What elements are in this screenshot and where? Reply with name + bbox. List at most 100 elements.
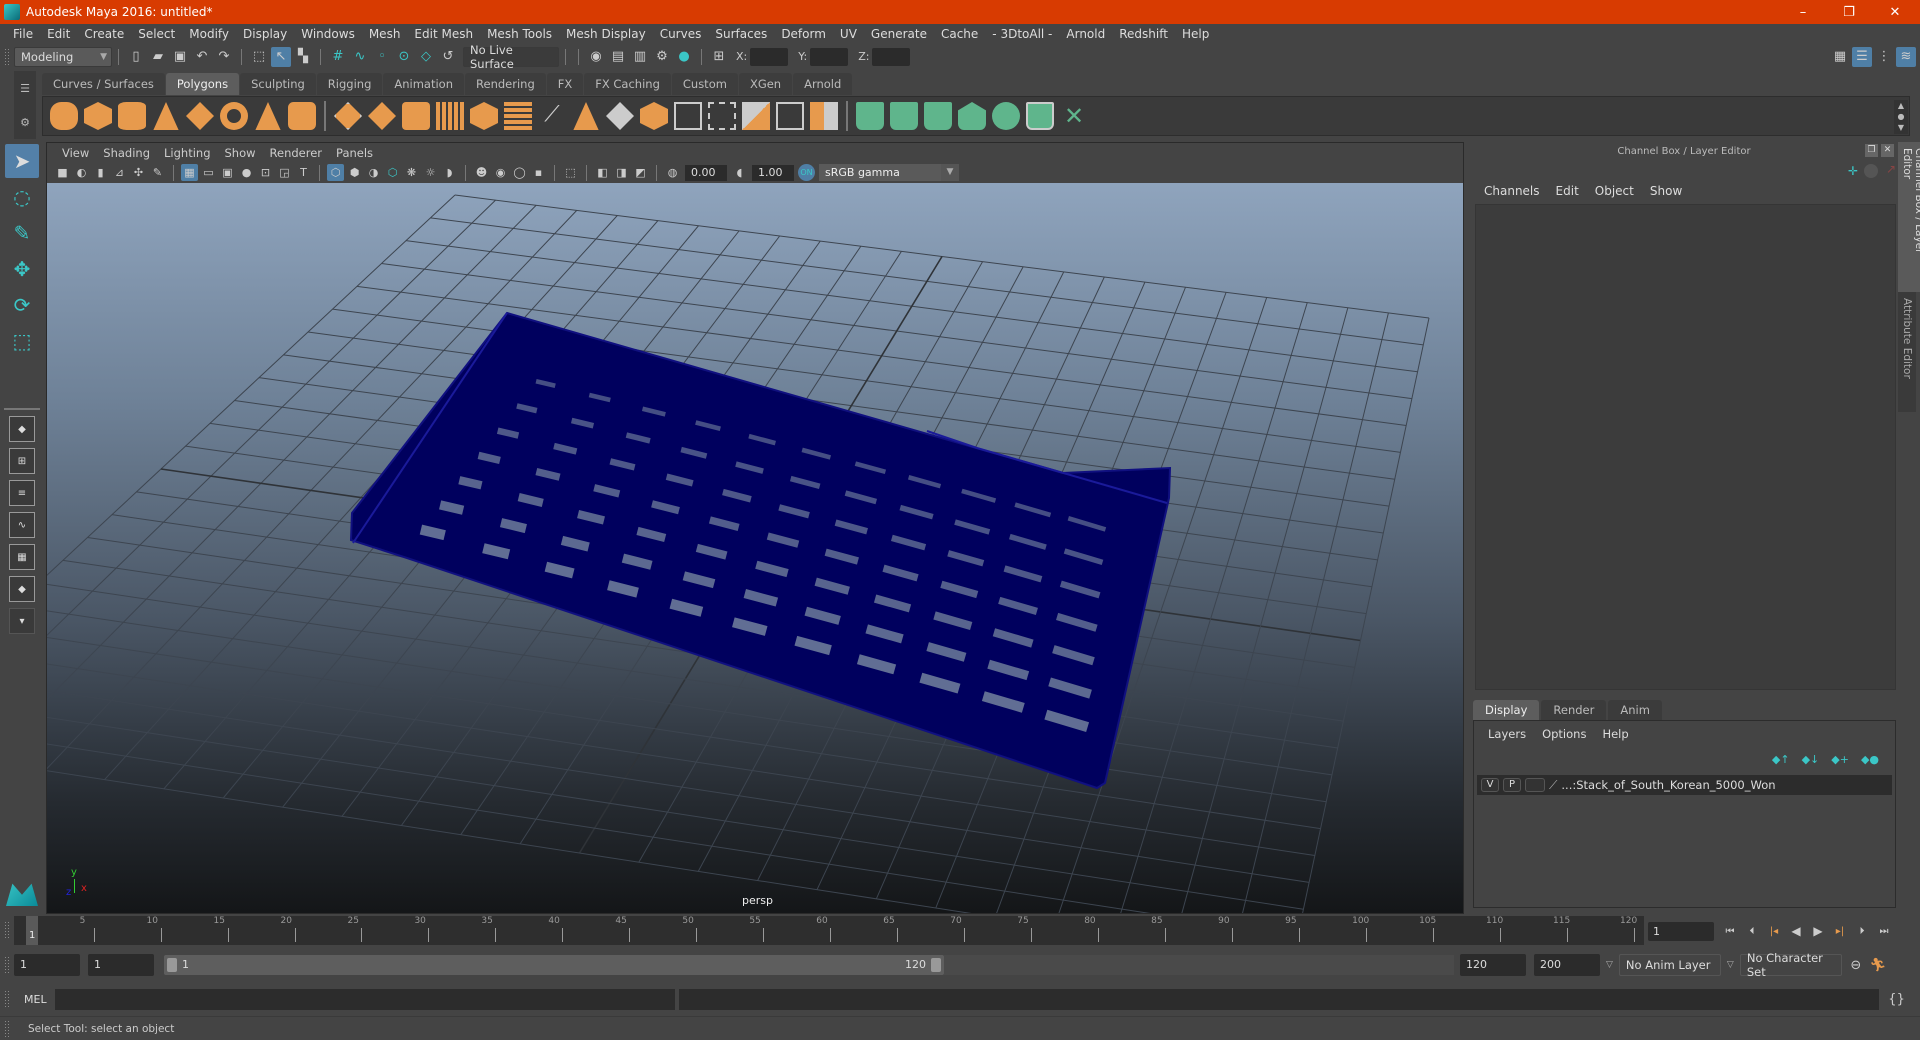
step-forward-frame-icon[interactable]: ▸| — [1830, 921, 1850, 941]
menu-modify[interactable]: Modify — [182, 27, 236, 41]
snap-curve-icon[interactable]: ∿ — [350, 47, 370, 67]
shelf-tab-fx[interactable]: FX — [546, 73, 584, 95]
character-set-chevron-icon[interactable]: ▽ — [1727, 960, 1734, 970]
menu-mesh[interactable]: Mesh — [362, 27, 408, 41]
step-forward-key-icon[interactable]: ⏵ — [1852, 921, 1872, 941]
grip-handle[interactable] — [4, 1019, 10, 1038]
menu-uv[interactable]: UV — [833, 27, 864, 41]
viewport-menu-view[interactable]: View — [55, 146, 96, 160]
start-time-field[interactable]: 1 — [14, 954, 80, 976]
layer-color-swatch-icon[interactable]: ⟋ — [1549, 778, 1557, 793]
bevel-icon[interactable]: ⟋ — [538, 102, 566, 130]
close-button[interactable]: ✕ — [1872, 0, 1918, 24]
open-scene-icon[interactable]: ▰ — [148, 47, 168, 67]
film-gate-icon[interactable]: ▭ — [200, 164, 217, 181]
range-slider[interactable]: 1 120 — [164, 955, 944, 975]
four-view-layout-icon[interactable]: ⊞ — [9, 448, 35, 474]
time-slider[interactable]: 1 5 10 15 20 25 30 35 40 45 50 55 60 65 70 75 80 85 90 95 1… — [14, 916, 1644, 945]
smooth-icon[interactable] — [436, 102, 464, 130]
command-input[interactable] — [54, 988, 675, 1010]
step-back-frame-icon[interactable]: |◂ — [1764, 921, 1784, 941]
spherical-uv-icon[interactable] — [924, 102, 952, 130]
grip-handle[interactable] — [4, 990, 10, 1008]
persp-graph-layout-icon[interactable]: ∿ — [9, 512, 35, 538]
move-layer-down-icon[interactable]: ◆↓ — [1802, 753, 1820, 766]
menu-curves[interactable]: Curves — [653, 27, 709, 41]
tool-settings-icon[interactable]: ⋮ — [1874, 47, 1894, 67]
redo-icon[interactable]: ↷ — [214, 47, 234, 67]
layer-visibility-toggle[interactable]: V — [1481, 778, 1499, 792]
grip-handle[interactable] — [4, 921, 10, 939]
menu-arnold[interactable]: Arnold — [1059, 27, 1112, 41]
resolution-gate-icon[interactable]: ▣ — [219, 164, 236, 181]
shelf-settings-icon[interactable]: ⚙ — [20, 116, 30, 129]
move-tool-icon[interactable]: ✥ — [5, 252, 39, 286]
shelf-tab-sculpting[interactable]: Sculpting — [240, 73, 316, 95]
shelf-tab-arnold[interactable]: Arnold — [793, 73, 853, 95]
new-scene-icon[interactable]: ▯ — [126, 47, 146, 67]
grid-toggle-icon[interactable]: ▦ — [181, 164, 198, 181]
ipr-render-icon[interactable]: ▥ — [630, 47, 650, 67]
xray-joints-icon[interactable]: ◨ — [613, 164, 630, 181]
snap-live-icon[interactable]: ◇ — [416, 47, 436, 67]
channel-menu-object[interactable]: Object — [1587, 184, 1642, 198]
single-perspective-layout-icon[interactable]: ◆ — [9, 416, 35, 442]
menu-windows[interactable]: Windows — [294, 27, 362, 41]
layout-dropdown-icon[interactable]: ▾ — [9, 608, 35, 634]
channel-menu-show[interactable]: Show — [1642, 184, 1690, 198]
shelf-scrollbar[interactable]: ▲ ● ▼ — [1894, 100, 1908, 134]
safe-title-icon[interactable]: T — [295, 164, 312, 181]
multi-cut-icon[interactable] — [708, 102, 736, 130]
motion-blur-icon[interactable]: ◉ — [492, 164, 509, 181]
render-frame-icon[interactable]: ▤ — [608, 47, 628, 67]
default-material-icon[interactable]: ◑ — [365, 164, 382, 181]
layer-menu-options[interactable]: Options — [1534, 727, 1594, 741]
manipulator-icon[interactable]: ✛ — [1848, 164, 1858, 178]
planar-uv-icon[interactable] — [856, 102, 884, 130]
close-panel-icon[interactable]: ✕ — [1881, 144, 1894, 157]
viewport-menu-renderer[interactable]: Renderer — [263, 146, 330, 160]
wireframe-icon[interactable]: ⬡ — [327, 164, 344, 181]
smooth-shade-icon[interactable]: ⬢ — [346, 164, 363, 181]
separate-icon[interactable] — [368, 102, 396, 130]
reduce-icon[interactable] — [470, 102, 498, 130]
menu-mesh-display[interactable]: Mesh Display — [559, 27, 653, 41]
lasso-tool-icon[interactable]: ◌ — [5, 180, 39, 214]
menu-generate[interactable]: Generate — [864, 27, 934, 41]
mirror-icon[interactable] — [402, 102, 430, 130]
hypershade-persp-layout-icon[interactable]: ▦ — [9, 544, 35, 570]
xray-icon[interactable]: ◧ — [594, 164, 611, 181]
arrow-display-icon[interactable]: ↗ — [1886, 162, 1896, 176]
menu-mesh-tools[interactable]: Mesh Tools — [480, 27, 559, 41]
character-set-dropdown[interactable]: No Character Set — [1739, 951, 1842, 979]
step-back-key-icon[interactable]: ⏴ — [1742, 921, 1762, 941]
select-by-component-icon[interactable]: ▚ — [293, 47, 313, 67]
poly-pipe-icon[interactable] — [288, 102, 316, 130]
field-chart-icon[interactable]: ⊡ — [257, 164, 274, 181]
go-to-end-icon[interactable]: ⏭ — [1874, 921, 1894, 941]
gate-mask-icon[interactable]: ● — [238, 164, 255, 181]
save-scene-icon[interactable]: ▣ — [170, 47, 190, 67]
z-field[interactable] — [872, 47, 911, 66]
xray-active-icon[interactable]: ◩ — [632, 164, 649, 181]
vertical-tab-attribute-editor[interactable]: Attribute Editor — [1898, 292, 1916, 412]
snap-grid-icon[interactable]: # — [328, 47, 348, 67]
render-settings-icon[interactable]: ⚙ — [652, 47, 672, 67]
auto-uv-icon[interactable] — [958, 102, 986, 130]
range-start-handle[interactable] — [167, 958, 177, 972]
collapse-icon[interactable] — [810, 102, 838, 130]
bookmark-icon[interactable]: ▮ — [92, 164, 109, 181]
color-space-dropdown[interactable]: sRGB gamma ▼ — [819, 164, 959, 181]
viewport-menu-show[interactable]: Show — [218, 146, 263, 160]
color-management-toggle-icon[interactable]: ON — [798, 164, 815, 181]
use-all-lights-icon[interactable]: ☼ — [422, 164, 439, 181]
shelf-tab-animation[interactable]: Animation — [383, 73, 465, 95]
merge-icon[interactable] — [776, 102, 804, 130]
anim-layer-dropdown[interactable]: No Anim Layer — [1618, 954, 1721, 976]
menu-file[interactable]: File — [6, 27, 40, 41]
menu-3dtoall[interactable]: - 3DtoAll - — [985, 27, 1059, 41]
poly-torus-icon[interactable] — [220, 102, 248, 130]
menu-cache[interactable]: Cache — [934, 27, 985, 41]
render-view-icon[interactable]: ◉ — [586, 47, 606, 67]
2d-pan-zoom-icon[interactable]: ✣ — [130, 164, 147, 181]
